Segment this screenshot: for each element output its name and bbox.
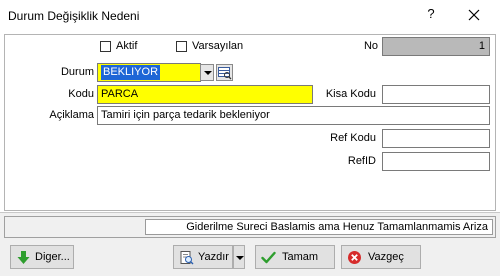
chevron-down-icon (236, 256, 244, 260)
help-button[interactable]: ? (424, 6, 438, 24)
varsayilan-label: Varsayılan (192, 40, 244, 52)
ref-kodu-input[interactable] (382, 129, 490, 148)
yazdir-label: Yazdır (198, 251, 229, 263)
varsayilan-checkbox[interactable] (176, 41, 187, 52)
vazgec-label: Vazgeç (368, 251, 404, 263)
durum-label: Durum (60, 66, 94, 78)
yazdir-button[interactable]: Yazdır (173, 245, 233, 269)
cancel-icon (348, 251, 361, 264)
durum-lookup-button[interactable] (216, 64, 233, 81)
kodu-label: Kodu (68, 88, 94, 100)
window-title: Durum Değişiklik Nedeni (8, 9, 140, 23)
print-preview-icon (180, 251, 194, 265)
status-message: Giderilme Sureci Baslamis ama Henuz Tama… (145, 219, 493, 235)
refid-label: RefID (347, 155, 376, 167)
form-area: Aktif Varsayılan No 1 Durum BEKLIYOR Kod… (0, 31, 500, 212)
chevron-down-icon (204, 71, 212, 75)
aktif-label: Aktif (116, 40, 138, 52)
aciklama-input[interactable]: Tamiri için parça tedarik bekleniyor (97, 106, 490, 125)
tamam-label: Tamam (282, 251, 319, 263)
no-field: 1 (382, 37, 490, 56)
footer-area: Giderilme Sureci Baslamis ama Henuz Tama… (0, 212, 500, 276)
kodu-input[interactable]: PARCA (97, 85, 313, 104)
aciklama-label: Açiklama (49, 109, 94, 121)
title-bar: Durum Değişiklik Nedeni ? (0, 0, 500, 31)
kisa-kodu-label: Kisa Kodu (325, 88, 376, 100)
arrow-down-icon (17, 251, 30, 264)
tamam-button[interactable]: Tamam (255, 245, 335, 269)
durum-combobox[interactable]: BEKLIYOR (97, 63, 201, 82)
lookup-table-icon (218, 67, 232, 80)
aktif-checkbox[interactable] (100, 41, 111, 52)
durum-dropdown-button[interactable] (200, 64, 214, 81)
checkmark-icon (261, 251, 276, 264)
ref-kodu-label: Ref Kodu (330, 132, 376, 144)
kisa-kodu-input[interactable] (382, 85, 490, 104)
refid-input[interactable] (382, 152, 490, 171)
status-bar: Giderilme Sureci Baslamis ama Henuz Tama… (4, 216, 496, 238)
diger-button[interactable]: Diger... (10, 245, 74, 269)
vazgec-button[interactable]: Vazgeç (341, 245, 421, 269)
close-icon (468, 9, 480, 21)
no-label: No (363, 40, 378, 52)
yazdir-dropdown-button[interactable] (233, 245, 245, 269)
durum-value: BEKLIYOR (101, 65, 161, 80)
close-button[interactable] (460, 3, 488, 27)
diger-label: Diger... (35, 251, 70, 263)
